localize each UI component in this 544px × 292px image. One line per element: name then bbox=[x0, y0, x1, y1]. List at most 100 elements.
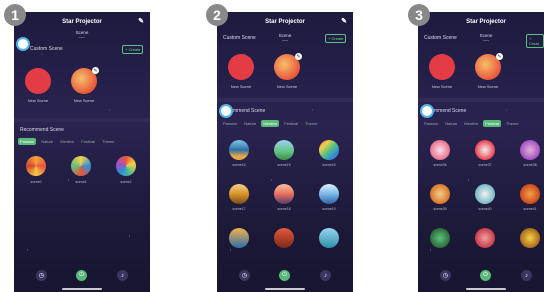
scene-thumbnail[interactable] bbox=[520, 228, 540, 248]
app-title: Star Projector ✎ bbox=[14, 16, 150, 28]
category-tabs: Passion Nature Mentive Festival Theme bbox=[221, 120, 320, 127]
scene-value: ---- bbox=[282, 38, 288, 43]
custom-scene-red[interactable] bbox=[429, 54, 455, 80]
bottom-bar: ◷ ⏻ ♪ bbox=[14, 270, 150, 284]
scene-label: scene37 bbox=[478, 163, 492, 167]
power-icon[interactable]: ⏻ bbox=[76, 270, 87, 281]
tab-nature[interactable]: Nature bbox=[39, 138, 55, 145]
section-divider bbox=[14, 118, 150, 122]
scene-thumbnail[interactable] bbox=[116, 156, 136, 176]
tab-mentive[interactable]: Mentive bbox=[261, 120, 280, 127]
scene-label: scene36 bbox=[433, 163, 447, 167]
scene-thumbnail[interactable] bbox=[430, 184, 450, 204]
timer-icon[interactable]: ◷ bbox=[239, 270, 250, 281]
scene-thumbnail[interactable] bbox=[430, 140, 450, 160]
scene-thumbnail[interactable] bbox=[71, 156, 91, 176]
scene-thumbnail[interactable] bbox=[319, 184, 339, 204]
tab-festival[interactable]: Festival bbox=[282, 120, 300, 127]
scene-thumbnail[interactable] bbox=[520, 184, 540, 204]
alexa-icon[interactable] bbox=[420, 104, 434, 118]
section-divider bbox=[217, 98, 353, 102]
timer-icon[interactable]: ◷ bbox=[440, 270, 451, 281]
custom-scene-red[interactable] bbox=[228, 54, 254, 80]
tab-passion[interactable]: Passion bbox=[422, 120, 440, 127]
scene-value: ---- bbox=[79, 35, 85, 40]
scene-thumbnail[interactable] bbox=[274, 140, 294, 160]
home-indicator bbox=[62, 288, 102, 290]
recommend-scene-title: mmend Scene bbox=[434, 108, 467, 114]
tab-theme[interactable]: Theme bbox=[504, 120, 520, 127]
tab-nature[interactable]: Nature bbox=[242, 120, 258, 127]
scene-label: scene1 bbox=[75, 180, 87, 184]
scene-label: scene16 bbox=[322, 163, 336, 167]
microphone-icon[interactable]: ♪ bbox=[320, 270, 331, 281]
scene-thumbnail[interactable] bbox=[229, 140, 249, 160]
tab-mentive[interactable]: Mentive bbox=[462, 120, 480, 127]
scene-value: ---- bbox=[483, 38, 489, 43]
scene-thumbnail[interactable] bbox=[475, 228, 495, 248]
recommend-scene-title: Recommend Scene bbox=[20, 127, 64, 133]
tab-passion[interactable]: Passion bbox=[18, 138, 37, 145]
timer-icon[interactable]: ◷ bbox=[36, 270, 47, 281]
home-indicator bbox=[466, 288, 506, 290]
create-button[interactable]: + Creat bbox=[526, 34, 544, 48]
recommend-scene-title: mmend Scene bbox=[233, 108, 266, 114]
scene-thumbnail[interactable] bbox=[520, 140, 540, 160]
scene-label: scene41 bbox=[523, 207, 537, 211]
power-icon[interactable]: ⏻ bbox=[480, 270, 491, 281]
bottom-bar: ◷ ⏻ ♪ bbox=[217, 270, 353, 284]
alexa-icon[interactable] bbox=[219, 104, 233, 118]
create-button[interactable]: + Create bbox=[325, 34, 347, 43]
home-indicator bbox=[265, 288, 305, 290]
tab-festival[interactable]: Festival bbox=[483, 120, 502, 127]
power-icon[interactable]: ⏻ bbox=[279, 270, 290, 281]
tab-theme[interactable]: Theme bbox=[100, 138, 116, 145]
starfield-background bbox=[14, 12, 150, 292]
tab-nature[interactable]: Nature bbox=[443, 120, 459, 127]
scene-thumbnail[interactable] bbox=[274, 228, 294, 248]
edit-scene-icon[interactable]: ✎ bbox=[496, 53, 503, 60]
create-button[interactable]: + Create bbox=[122, 45, 144, 54]
scene-thumbnail[interactable] bbox=[274, 184, 294, 204]
phone-screen-3: Star Projector Custom Scene Scene ---- +… bbox=[418, 12, 544, 292]
microphone-icon[interactable]: ♪ bbox=[521, 270, 532, 281]
phone-screen-2: Star Projector ✎ Custom Scene Scene ---- … bbox=[217, 12, 353, 292]
scene-label: scene14 bbox=[232, 163, 246, 167]
edit-scene-icon[interactable]: ✎ bbox=[295, 53, 302, 60]
section-divider bbox=[418, 98, 544, 102]
tab-festival[interactable]: Festival bbox=[79, 138, 97, 145]
edit-icon[interactable]: ✎ bbox=[138, 16, 144, 28]
scene-label: scene40 bbox=[478, 207, 492, 211]
category-tabs: Passion Nature Mentive Festival Theme bbox=[18, 138, 117, 145]
tab-mentive[interactable]: Mentive bbox=[58, 138, 76, 145]
new-scene-label: New Scene bbox=[477, 84, 499, 89]
scene-label: scene15 bbox=[277, 163, 291, 167]
scene-thumbnail[interactable] bbox=[430, 228, 450, 248]
custom-scene-title: Custom Scene bbox=[30, 46, 63, 52]
tab-theme[interactable]: Theme bbox=[303, 120, 319, 127]
scene-thumbnail[interactable] bbox=[229, 228, 249, 248]
scene-thumbnail[interactable] bbox=[475, 184, 495, 204]
custom-scene-title: Custom Scene bbox=[223, 35, 256, 41]
new-scene-label: New Scene bbox=[73, 98, 95, 103]
custom-scene-title: Custom Scene bbox=[424, 35, 457, 41]
tab-passion[interactable]: Passion bbox=[221, 120, 239, 127]
step-badge-2: 2 bbox=[206, 4, 228, 26]
new-scene-label: New Scene bbox=[431, 84, 453, 89]
microphone-icon[interactable]: ♪ bbox=[117, 270, 128, 281]
edit-scene-icon[interactable]: ✎ bbox=[92, 67, 99, 74]
alexa-icon[interactable] bbox=[16, 37, 30, 51]
scene-thumbnail[interactable] bbox=[26, 156, 46, 176]
scene-label: scene19 bbox=[322, 207, 336, 211]
edit-icon[interactable]: ✎ bbox=[341, 16, 347, 28]
step-badge-1: 1 bbox=[4, 4, 26, 26]
phone-screen-1: Star Projector ✎ Scene ---- Custom Scene … bbox=[14, 12, 150, 292]
scene-thumbnail[interactable] bbox=[475, 140, 495, 160]
scene-thumbnail[interactable] bbox=[319, 228, 339, 248]
new-scene-label: New Scene bbox=[230, 84, 252, 89]
scene-thumbnail[interactable] bbox=[229, 184, 249, 204]
new-scene-label: New Scene bbox=[276, 84, 298, 89]
scene-thumbnail[interactable] bbox=[319, 140, 339, 160]
custom-scene-red[interactable] bbox=[25, 68, 51, 94]
category-tabs: Passion Nature Mentive Festival Theme bbox=[422, 120, 521, 127]
